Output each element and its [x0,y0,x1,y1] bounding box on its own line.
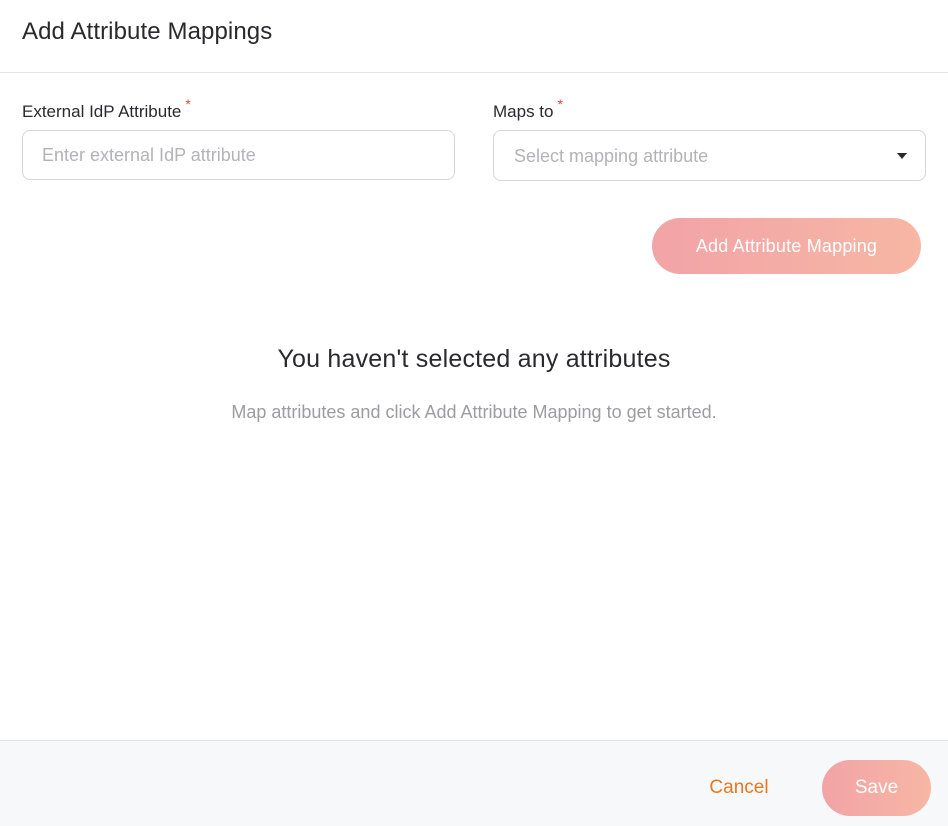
empty-state-title: You haven't selected any attributes [277,345,671,373]
required-marker: * [185,96,191,112]
external-attribute-input[interactable] [22,130,455,180]
external-attribute-label-text: External IdP Attribute [22,102,182,121]
required-marker: * [557,96,563,112]
add-attribute-mapping-button[interactable]: Add Attribute Mapping [652,218,921,274]
empty-state-description: Map attributes and click Add Attribute M… [231,402,717,422]
maps-to-label-text: Maps to [493,102,554,121]
external-attribute-label: External IdP Attribute * [22,96,191,122]
maps-to-label: Maps to * [493,96,563,122]
save-button[interactable]: Save [822,760,931,816]
maps-to-placeholder: Select mapping attribute [514,146,709,166]
dialog-footer: Cancel Save [0,740,948,826]
caret-down-icon [897,153,907,159]
dialog-header: Add Attribute Mappings [0,0,948,73]
maps-to-select[interactable]: Select mapping attribute [493,130,926,181]
dialog-title: Add Attribute Mappings [22,18,273,45]
add-attribute-mappings-dialog: Add Attribute Mappings External IdP Attr… [0,0,948,826]
cancel-button[interactable]: Cancel [690,772,788,804]
